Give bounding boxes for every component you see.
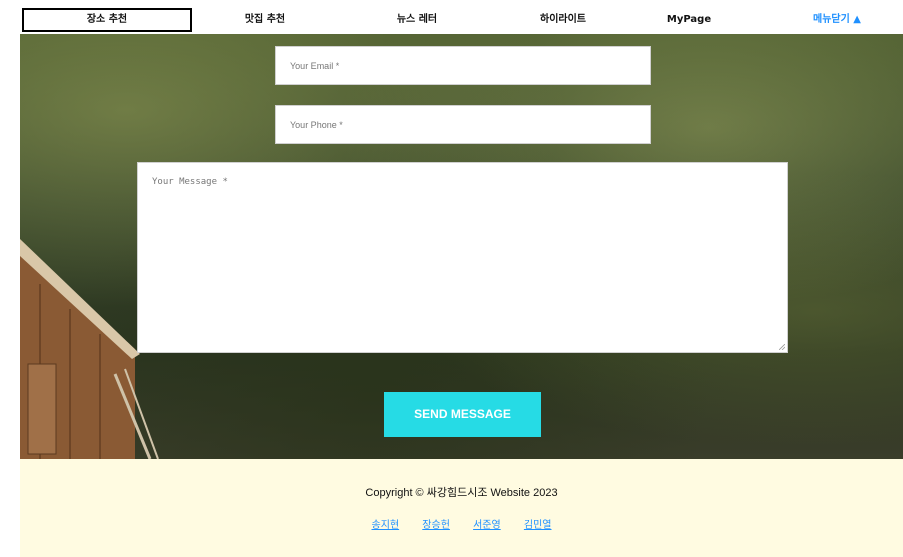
message-textarea[interactable]: Your Message *: [137, 162, 788, 353]
member-links: 송지현 장승헌 서준영 김민열: [20, 516, 903, 531]
email-placeholder: Your Email *: [290, 61, 340, 71]
nav-item-mypage[interactable]: MyPage: [604, 8, 774, 32]
message-placeholder: Your Message *: [152, 177, 228, 187]
member-link[interactable]: 장승헌: [422, 520, 450, 531]
footer: Copyright © 싸강힘드시조 Website 2023 송지현 장승헌 …: [20, 459, 903, 557]
phone-placeholder: Your Phone *: [290, 120, 343, 130]
nav-item-restaurant-recommend[interactable]: 맛집 추천: [180, 8, 350, 32]
send-message-button[interactable]: SEND MESSAGE: [384, 392, 541, 437]
resize-handle-icon[interactable]: [779, 344, 785, 350]
email-field[interactable]: Your Email *: [275, 46, 651, 85]
copyright-text: Copyright © 싸강힘드시조 Website 2023: [365, 487, 558, 499]
nav-item-close-menu[interactable]: 메뉴닫기 ▲: [752, 8, 903, 32]
member-link[interactable]: 송지현: [372, 520, 400, 531]
top-nav: 장소 추천 맛집 추천 뉴스 레터 하이라이트 MyPage 메뉴닫기 ▲: [20, 6, 903, 34]
member-link[interactable]: 김민열: [524, 520, 552, 531]
nav-item-newsletter[interactable]: 뉴스 레터: [332, 8, 502, 32]
member-link[interactable]: 서준영: [473, 520, 501, 531]
contact-hero: Your Email * Your Phone * Your Message *…: [20, 34, 903, 459]
phone-field[interactable]: Your Phone *: [275, 105, 651, 144]
nav-item-place-recommend[interactable]: 장소 추천: [22, 8, 192, 32]
